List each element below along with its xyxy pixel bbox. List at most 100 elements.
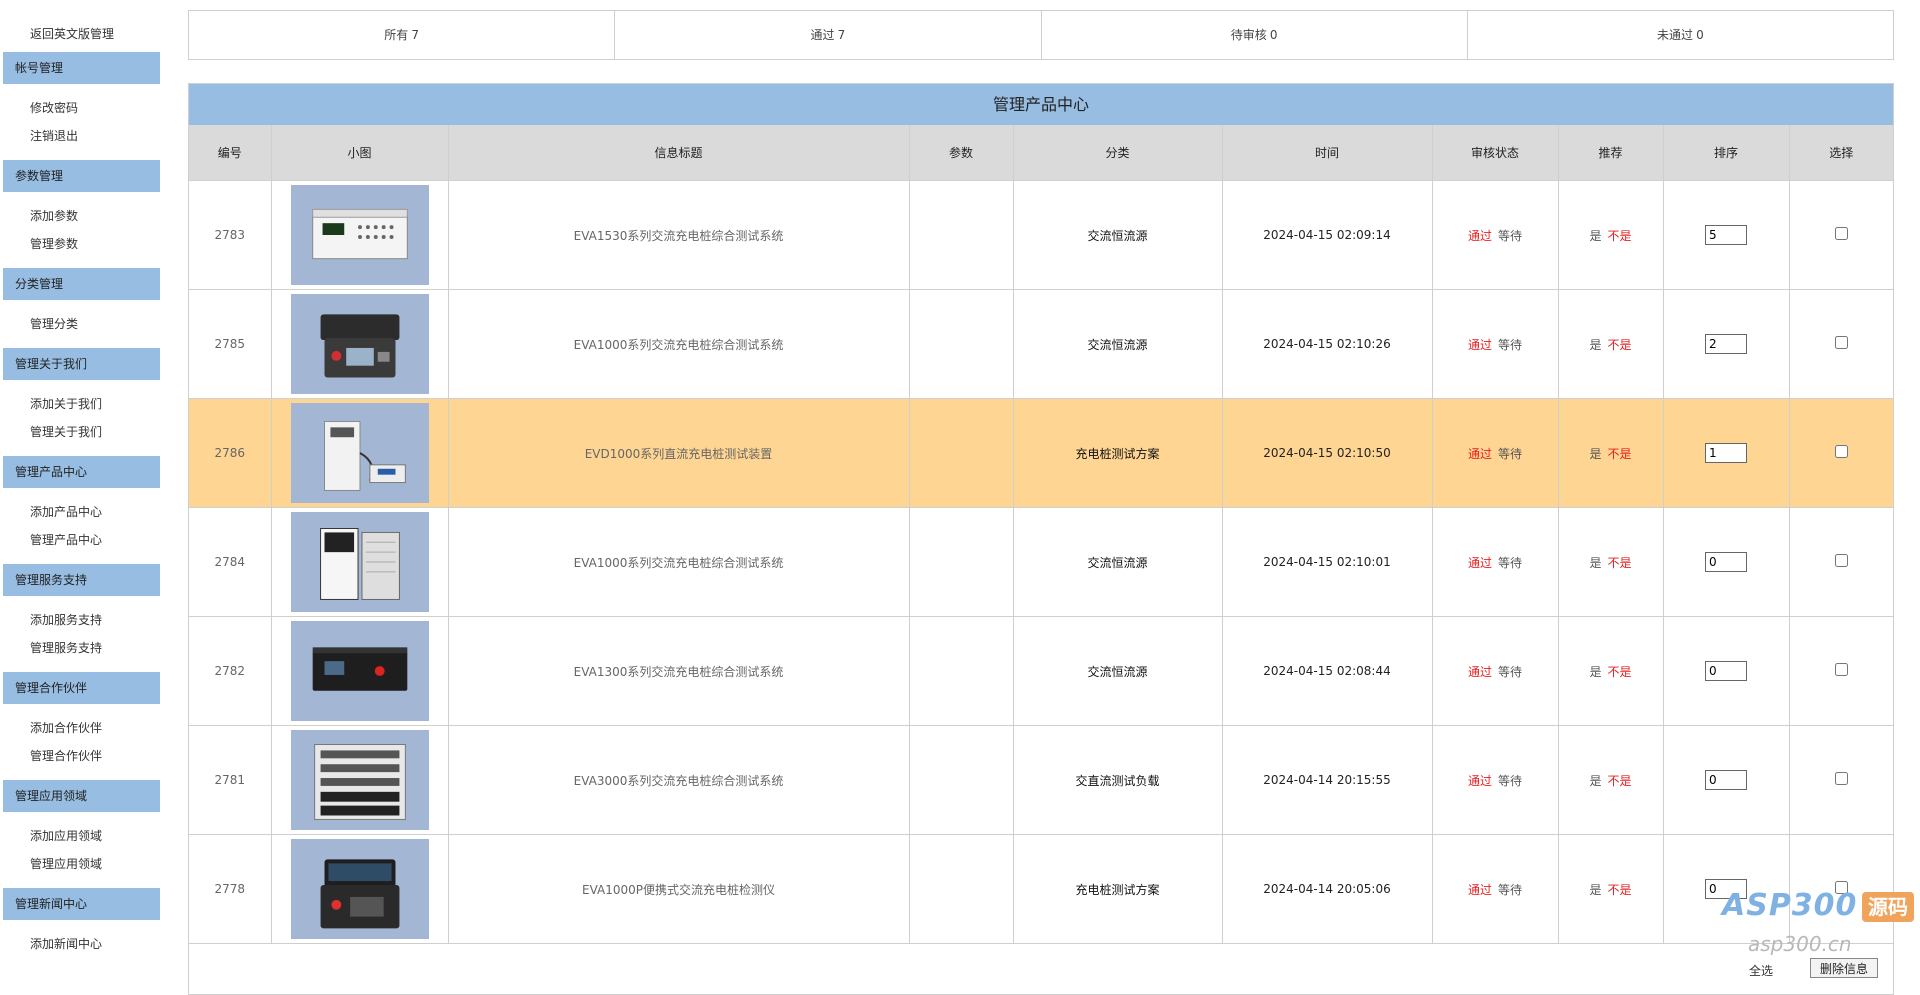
- recommend-yes-link[interactable]: 是: [1589, 883, 1601, 897]
- approve-wait-link[interactable]: 等待: [1498, 883, 1522, 897]
- table-row: 2784 EVA1000系列交流充电桩综合测试系统 交流恒流源 2024-04-15 …: [189, 507, 1893, 617]
- sidebar-item[interactable]: 添加参数: [0, 202, 162, 230]
- select-all-link[interactable]: 全选: [1749, 962, 1773, 979]
- row-approval: 通过 等待: [1431, 507, 1559, 617]
- row-title: EVA3000系列交流充电桩综合测试系统: [447, 725, 910, 835]
- sidebar-item[interactable]: 管理服务支持: [0, 634, 162, 662]
- sidebar-group-header[interactable]: 管理应用领域: [3, 780, 160, 812]
- delete-button[interactable]: 删除信息: [1810, 958, 1878, 978]
- sidebar-group-header[interactable]: 管理关于我们: [3, 348, 160, 380]
- product-thumbnail[interactable]: [290, 512, 429, 612]
- approve-pass-link[interactable]: 通过: [1468, 229, 1492, 243]
- approve-pass-link[interactable]: 通过: [1468, 447, 1492, 461]
- row-checkbox[interactable]: [1834, 772, 1848, 785]
- recommend-yes-link[interactable]: 是: [1589, 556, 1601, 570]
- sort-order-input[interactable]: [1705, 552, 1747, 572]
- product-thumbnail[interactable]: [290, 730, 429, 830]
- recommend-yes-link[interactable]: 是: [1589, 229, 1601, 243]
- row-checkbox[interactable]: [1834, 554, 1848, 567]
- row-checkbox[interactable]: [1834, 445, 1848, 458]
- row-approval: 通过 等待: [1431, 616, 1559, 726]
- approve-wait-link[interactable]: 等待: [1498, 447, 1522, 461]
- sidebar-item[interactable]: 添加关于我们: [0, 390, 162, 418]
- approve-pass-link[interactable]: 通过: [1468, 883, 1492, 897]
- product-thumbnail[interactable]: [290, 403, 429, 503]
- sidebar-group-header[interactable]: 管理新闻中心: [3, 888, 160, 920]
- sidebar-group-header[interactable]: 管理服务支持: [3, 564, 160, 596]
- approve-wait-link[interactable]: 等待: [1498, 556, 1522, 570]
- row-checkbox[interactable]: [1834, 227, 1848, 240]
- row-title: EVA1000系列交流充电桩综合测试系统: [447, 507, 910, 617]
- status-tab[interactable]: 未通过 0: [1468, 11, 1893, 59]
- sort-order-input[interactable]: [1705, 443, 1747, 463]
- row-checkbox[interactable]: [1834, 663, 1848, 676]
- row-param: [908, 725, 1014, 835]
- approve-pass-link[interactable]: 通过: [1468, 556, 1492, 570]
- status-tab[interactable]: 所有 7: [189, 11, 616, 59]
- sort-order-input[interactable]: [1705, 661, 1747, 681]
- sidebar-item[interactable]: 修改密码: [0, 94, 162, 122]
- recommend-yes-link[interactable]: 是: [1589, 447, 1601, 461]
- approve-pass-link[interactable]: 通过: [1468, 774, 1492, 788]
- approve-pass-link[interactable]: 通过: [1468, 665, 1492, 679]
- sidebar-item[interactable]: 管理应用领域: [0, 850, 162, 878]
- recommend-no-link[interactable]: 不是: [1608, 665, 1632, 679]
- sidebar-item[interactable]: 管理分类: [0, 310, 162, 338]
- sidebar-item[interactable]: 添加合作伙伴: [0, 714, 162, 742]
- sidebar-group-header[interactable]: 管理合作伙伴: [3, 672, 160, 704]
- product-thumbnail[interactable]: [290, 294, 429, 394]
- product-thumbnail[interactable]: [290, 839, 429, 939]
- recommend-yes-link[interactable]: 是: [1589, 665, 1601, 679]
- column-header: 选择: [1788, 125, 1893, 181]
- row-select: [1788, 289, 1893, 399]
- recommend-yes-link[interactable]: 是: [1589, 774, 1601, 788]
- approve-wait-link[interactable]: 等待: [1498, 338, 1522, 352]
- sidebar-item[interactable]: 添加产品中心: [0, 498, 162, 526]
- sidebar-item[interactable]: 注销退出: [0, 122, 162, 150]
- column-header: 小图: [270, 125, 449, 181]
- row-param: [908, 180, 1014, 290]
- row-approval: 通过 等待: [1431, 834, 1559, 944]
- sidebar-group-items: 添加服务支持 管理服务支持: [0, 596, 162, 668]
- sidebar-item[interactable]: 添加应用领域: [0, 822, 162, 850]
- sidebar-group-header[interactable]: 帐号管理: [3, 52, 160, 84]
- product-thumbnail[interactable]: [290, 621, 429, 721]
- recommend-no-link[interactable]: 不是: [1608, 883, 1632, 897]
- back-to-english-link[interactable]: 返回英文版管理: [0, 20, 162, 48]
- sort-order-input[interactable]: [1705, 334, 1747, 354]
- row-category: 充电桩测试方案: [1012, 398, 1223, 508]
- sidebar-group-items: 添加合作伙伴 管理合作伙伴: [0, 704, 162, 776]
- table-row: 2783 EVA1530系列交流充电桩综合测试系统 交流恒流源 2024-04-15 …: [189, 180, 1893, 290]
- recommend-no-link[interactable]: 不是: [1608, 229, 1632, 243]
- sort-order-input[interactable]: [1705, 770, 1747, 790]
- sidebar-item[interactable]: 管理合作伙伴: [0, 742, 162, 770]
- row-checkbox[interactable]: [1834, 881, 1848, 894]
- row-category: 交流恒流源: [1012, 289, 1223, 399]
- sidebar-item[interactable]: 添加新闻中心: [0, 930, 162, 958]
- sidebar-item[interactable]: 管理产品中心: [0, 526, 162, 554]
- product-thumbnail[interactable]: [290, 185, 429, 285]
- sort-order-input[interactable]: [1705, 225, 1747, 245]
- approve-wait-link[interactable]: 等待: [1498, 665, 1522, 679]
- recommend-no-link[interactable]: 不是: [1608, 338, 1632, 352]
- status-tab[interactable]: 待审核 0: [1042, 11, 1468, 59]
- approve-pass-link[interactable]: 通过: [1468, 338, 1492, 352]
- sort-order-input[interactable]: [1705, 879, 1747, 899]
- approve-wait-link[interactable]: 等待: [1498, 229, 1522, 243]
- recommend-no-link[interactable]: 不是: [1608, 447, 1632, 461]
- sidebar-group-header[interactable]: 分类管理: [3, 268, 160, 300]
- sidebar-item[interactable]: 添加服务支持: [0, 606, 162, 634]
- approve-wait-link[interactable]: 等待: [1498, 774, 1522, 788]
- status-tab[interactable]: 通过 7: [615, 11, 1042, 59]
- row-id: 2781: [189, 725, 272, 835]
- row-checkbox[interactable]: [1834, 336, 1848, 349]
- recommend-no-link[interactable]: 不是: [1608, 556, 1632, 570]
- sidebar-group-header[interactable]: 管理产品中心: [3, 456, 160, 488]
- status-tab-label: 所有: [384, 28, 409, 42]
- recommend-no-link[interactable]: 不是: [1608, 774, 1632, 788]
- row-thumbnail-cell: [270, 616, 449, 726]
- recommend-yes-link[interactable]: 是: [1589, 338, 1601, 352]
- sidebar-group-header[interactable]: 参数管理: [3, 160, 160, 192]
- sidebar-item[interactable]: 管理关于我们: [0, 418, 162, 446]
- sidebar-item[interactable]: 管理参数: [0, 230, 162, 258]
